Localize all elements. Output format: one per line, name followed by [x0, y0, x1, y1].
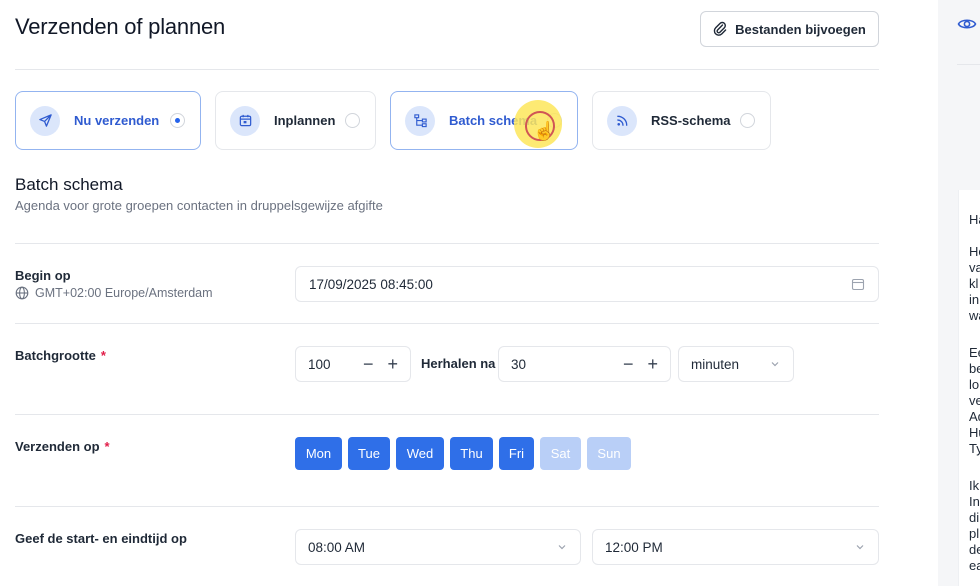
attach-files-button[interactable]: Bestanden bijvoegen — [700, 11, 879, 47]
mode-card-schedule[interactable]: Inplannen — [215, 91, 376, 150]
chevron-down-icon — [856, 545, 864, 550]
preview-line: kl — [969, 276, 979, 291]
end-time-select[interactable]: 12:00 PM — [592, 529, 879, 565]
panel-header: Verzenden of plannen Bestanden bijvoegen — [15, 11, 879, 61]
interval-unit-select[interactable]: minuten — [678, 346, 794, 382]
preview-line: lo — [969, 377, 980, 392]
begin-datetime-input[interactable]: 17/09/2025 08:45:00 — [295, 266, 879, 302]
repeat-interval-value: 30 — [511, 356, 527, 372]
repeat-interval-stepper[interactable]: 30 − + — [498, 346, 671, 382]
preview-line: ea — [969, 558, 980, 573]
calendar-icon — [230, 105, 260, 136]
preview-line: va — [969, 260, 980, 275]
preview-line: Ee — [969, 345, 980, 360]
timezone-text: GMT+02:00 Europe/Amsterdam — [35, 286, 213, 300]
preview-line: be — [969, 361, 980, 376]
radio-send-now[interactable] — [170, 113, 185, 128]
batch-size-label-text: Batchgrootte — [15, 348, 96, 363]
row-divider — [15, 414, 879, 415]
decrement-button[interactable]: − — [623, 354, 634, 375]
increment-button[interactable]: + — [387, 354, 398, 375]
row-divider — [15, 323, 879, 324]
mode-card-rss[interactable]: RSS-schema — [592, 91, 771, 150]
chevron-down-icon — [771, 362, 779, 367]
paperclip-icon — [713, 21, 727, 36]
mode-label-send-now: Nu verzenden — [74, 113, 160, 128]
hand-pointer-icon: ☝ — [533, 121, 556, 141]
start-time-select[interactable]: 08:00 AM — [295, 529, 581, 565]
rss-icon — [607, 105, 637, 136]
preview-line: He — [969, 244, 980, 259]
mode-label-schedule: Inplannen — [274, 113, 336, 128]
preview-line: ve — [969, 393, 980, 408]
start-time-value: 08:00 AM — [308, 539, 366, 555]
day-toggle-fri[interactable]: Fri — [499, 437, 534, 470]
interval-unit-value: minuten — [691, 356, 740, 372]
day-toggle-tue[interactable]: Tue — [348, 437, 390, 470]
required-marker: * — [100, 348, 106, 363]
preview-line: pl — [969, 526, 980, 541]
batch-size-stepper[interactable]: 100 − + — [295, 346, 411, 382]
attach-files-label: Bestanden bijvoegen — [735, 21, 866, 37]
preview-divider — [957, 64, 980, 65]
preview-line: Ad — [969, 409, 980, 424]
chevron-down-icon — [558, 545, 566, 550]
preview-line: Hu — [969, 425, 980, 440]
time-window-label: Geef de start- en eindtijd op — [15, 531, 187, 546]
section-divider — [15, 243, 879, 244]
decrement-button[interactable]: − — [363, 354, 374, 375]
preview-line: In — [969, 494, 980, 509]
preview-line: Ty — [969, 441, 980, 456]
required-marker: * — [104, 439, 110, 454]
email-preview: Ha He va kl in wa Ee be lo ve Ad Hu Ty I… — [958, 190, 980, 586]
batch-size-label: Batchgrootte * — [15, 348, 106, 363]
increment-button[interactable]: + — [647, 354, 658, 375]
radio-schedule[interactable] — [345, 113, 360, 128]
calendar-icon[interactable] — [851, 277, 865, 291]
preview-line: Ik — [969, 478, 980, 493]
send-on-label-text: Verzenden op — [15, 439, 100, 454]
end-time-value: 12:00 PM — [605, 539, 663, 555]
day-toggle-wed[interactable]: Wed — [396, 437, 444, 470]
day-toggle-mon[interactable]: Mon — [295, 437, 342, 470]
day-toggle-sun[interactable]: Sun — [587, 437, 631, 470]
eye-icon[interactable] — [957, 14, 977, 34]
page-title: Verzenden of plannen — [15, 14, 226, 39]
send-on-label: Verzenden op * — [15, 439, 110, 454]
batch-size-value: 100 — [308, 356, 331, 372]
globe-icon — [15, 286, 29, 300]
begin-datetime-value: 17/09/2025 08:45:00 — [309, 276, 433, 292]
day-toggle-thu[interactable]: Thu — [450, 437, 493, 470]
section-subtitle: Agenda voor grote groepen contacten in d… — [15, 198, 383, 213]
preview-line: in — [969, 292, 980, 307]
mode-label-rss: RSS-schema — [651, 113, 731, 128]
timezone-info: GMT+02:00 Europe/Amsterdam — [15, 286, 213, 300]
section-title: Batch schema — [15, 175, 123, 194]
tree-icon — [405, 105, 435, 136]
preview-line: de — [969, 542, 980, 557]
preview-line: Ha — [969, 212, 980, 227]
row-divider — [15, 506, 879, 507]
header-divider — [15, 69, 879, 70]
day-toggle-sat[interactable]: Sat — [540, 437, 581, 470]
begin-label: Begin op — [15, 268, 71, 283]
preview-line: wa — [969, 308, 980, 323]
preview-line: di — [969, 510, 980, 525]
send-icon — [30, 105, 60, 136]
radio-rss[interactable] — [740, 113, 755, 128]
repeat-after-label: Herhalen na — [421, 356, 496, 371]
send-or-schedule-panel: Verzenden of plannen Bestanden bijvoegen… — [0, 0, 938, 586]
mode-card-send-now[interactable]: Nu verzenden — [15, 91, 201, 150]
